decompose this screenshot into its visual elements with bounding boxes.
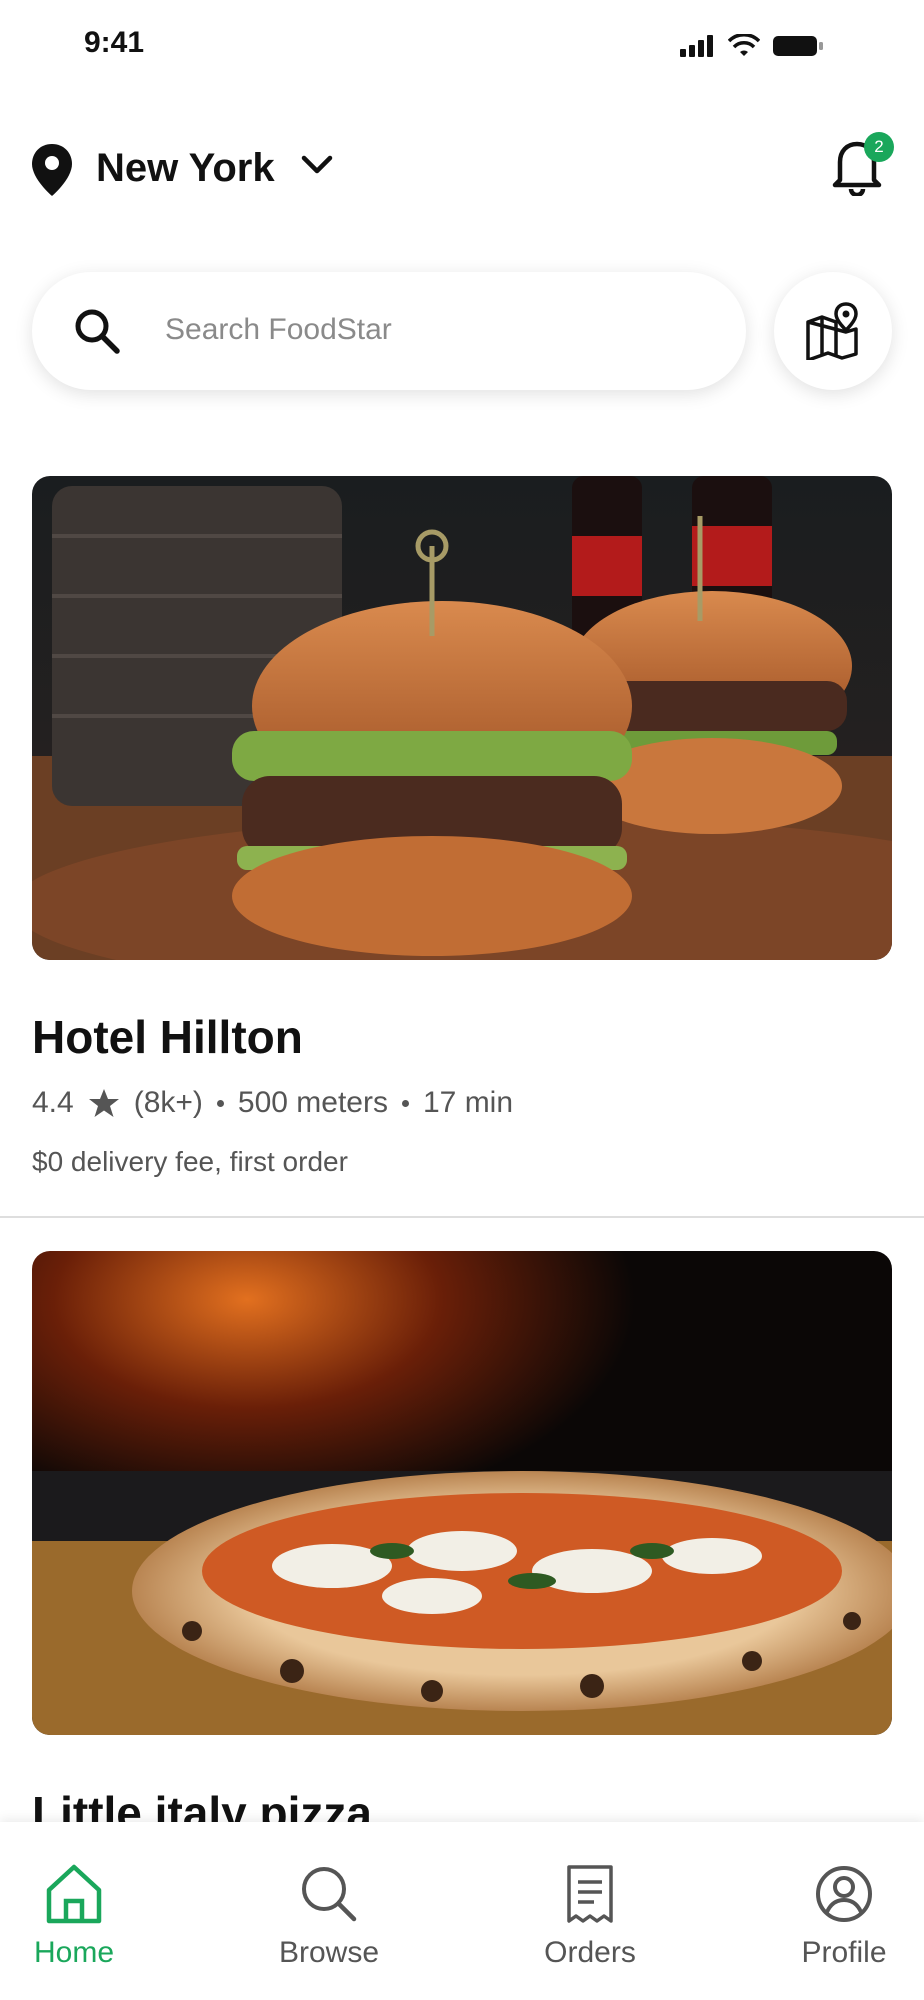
- separator-dot: [401, 1099, 409, 1107]
- tab-orders[interactable]: Orders: [500, 1822, 680, 2000]
- wifi-icon: [728, 34, 760, 56]
- tab-label: Home: [33, 1936, 115, 1969]
- notification-badge: 2: [864, 132, 894, 162]
- chevron-down-icon[interactable]: [300, 154, 334, 176]
- status-time: 9:41: [84, 26, 145, 59]
- notifications-button[interactable]: 2: [830, 132, 894, 200]
- distance: 500 meters: [237, 1086, 388, 1119]
- restaurant-name[interactable]: Hotel Hillton: [32, 1010, 303, 1064]
- tab-browse[interactable]: Browse: [239, 1822, 419, 2000]
- tab-label: Orders: [544, 1936, 636, 1969]
- location-header: New York 2: [0, 130, 924, 210]
- tab-profile[interactable]: Profile: [754, 1822, 924, 2000]
- tab-label: Browse: [278, 1936, 380, 1969]
- bottom-tab-bar: Home Browse Orders Profile: [0, 1822, 924, 2000]
- star-icon: [88, 1089, 119, 1117]
- battery-icon: [773, 36, 823, 56]
- restaurant-image[interactable]: [32, 476, 892, 960]
- burger-photo: [32, 476, 892, 960]
- profile-icon: [816, 1866, 872, 1922]
- restaurant-meta: 4.4 (8k+) 500 meters 17 min: [32, 1086, 513, 1120]
- location-pin-icon: [32, 144, 72, 196]
- city-selector[interactable]: New York: [96, 146, 275, 191]
- signal-icon: [680, 35, 713, 57]
- review-count: (8k+): [133, 1086, 203, 1119]
- receipt-icon: [567, 1865, 613, 1923]
- search-placeholder: Search FoodStar: [165, 313, 392, 346]
- restaurant-image[interactable]: [32, 1251, 892, 1735]
- rating-value: 4.4: [32, 1086, 74, 1119]
- home-icon: [46, 1864, 102, 1924]
- divider: [0, 1216, 924, 1218]
- separator-dot: [216, 1099, 224, 1107]
- status-icons: [680, 34, 824, 58]
- map-button[interactable]: [774, 272, 892, 390]
- search-icon: [302, 1867, 357, 1922]
- search-input[interactable]: Search FoodStar: [32, 272, 746, 390]
- tab-home[interactable]: Home: [0, 1822, 164, 2000]
- promo-text: $0 delivery fee, first order: [32, 1146, 348, 1177]
- search-icon: [75, 309, 120, 354]
- tab-label: Profile: [801, 1936, 887, 1969]
- map-icon: [806, 302, 858, 360]
- delivery-time: 17 min: [422, 1086, 514, 1119]
- status-bar: 9:41: [0, 0, 924, 90]
- pizza-photo: [32, 1251, 892, 1735]
